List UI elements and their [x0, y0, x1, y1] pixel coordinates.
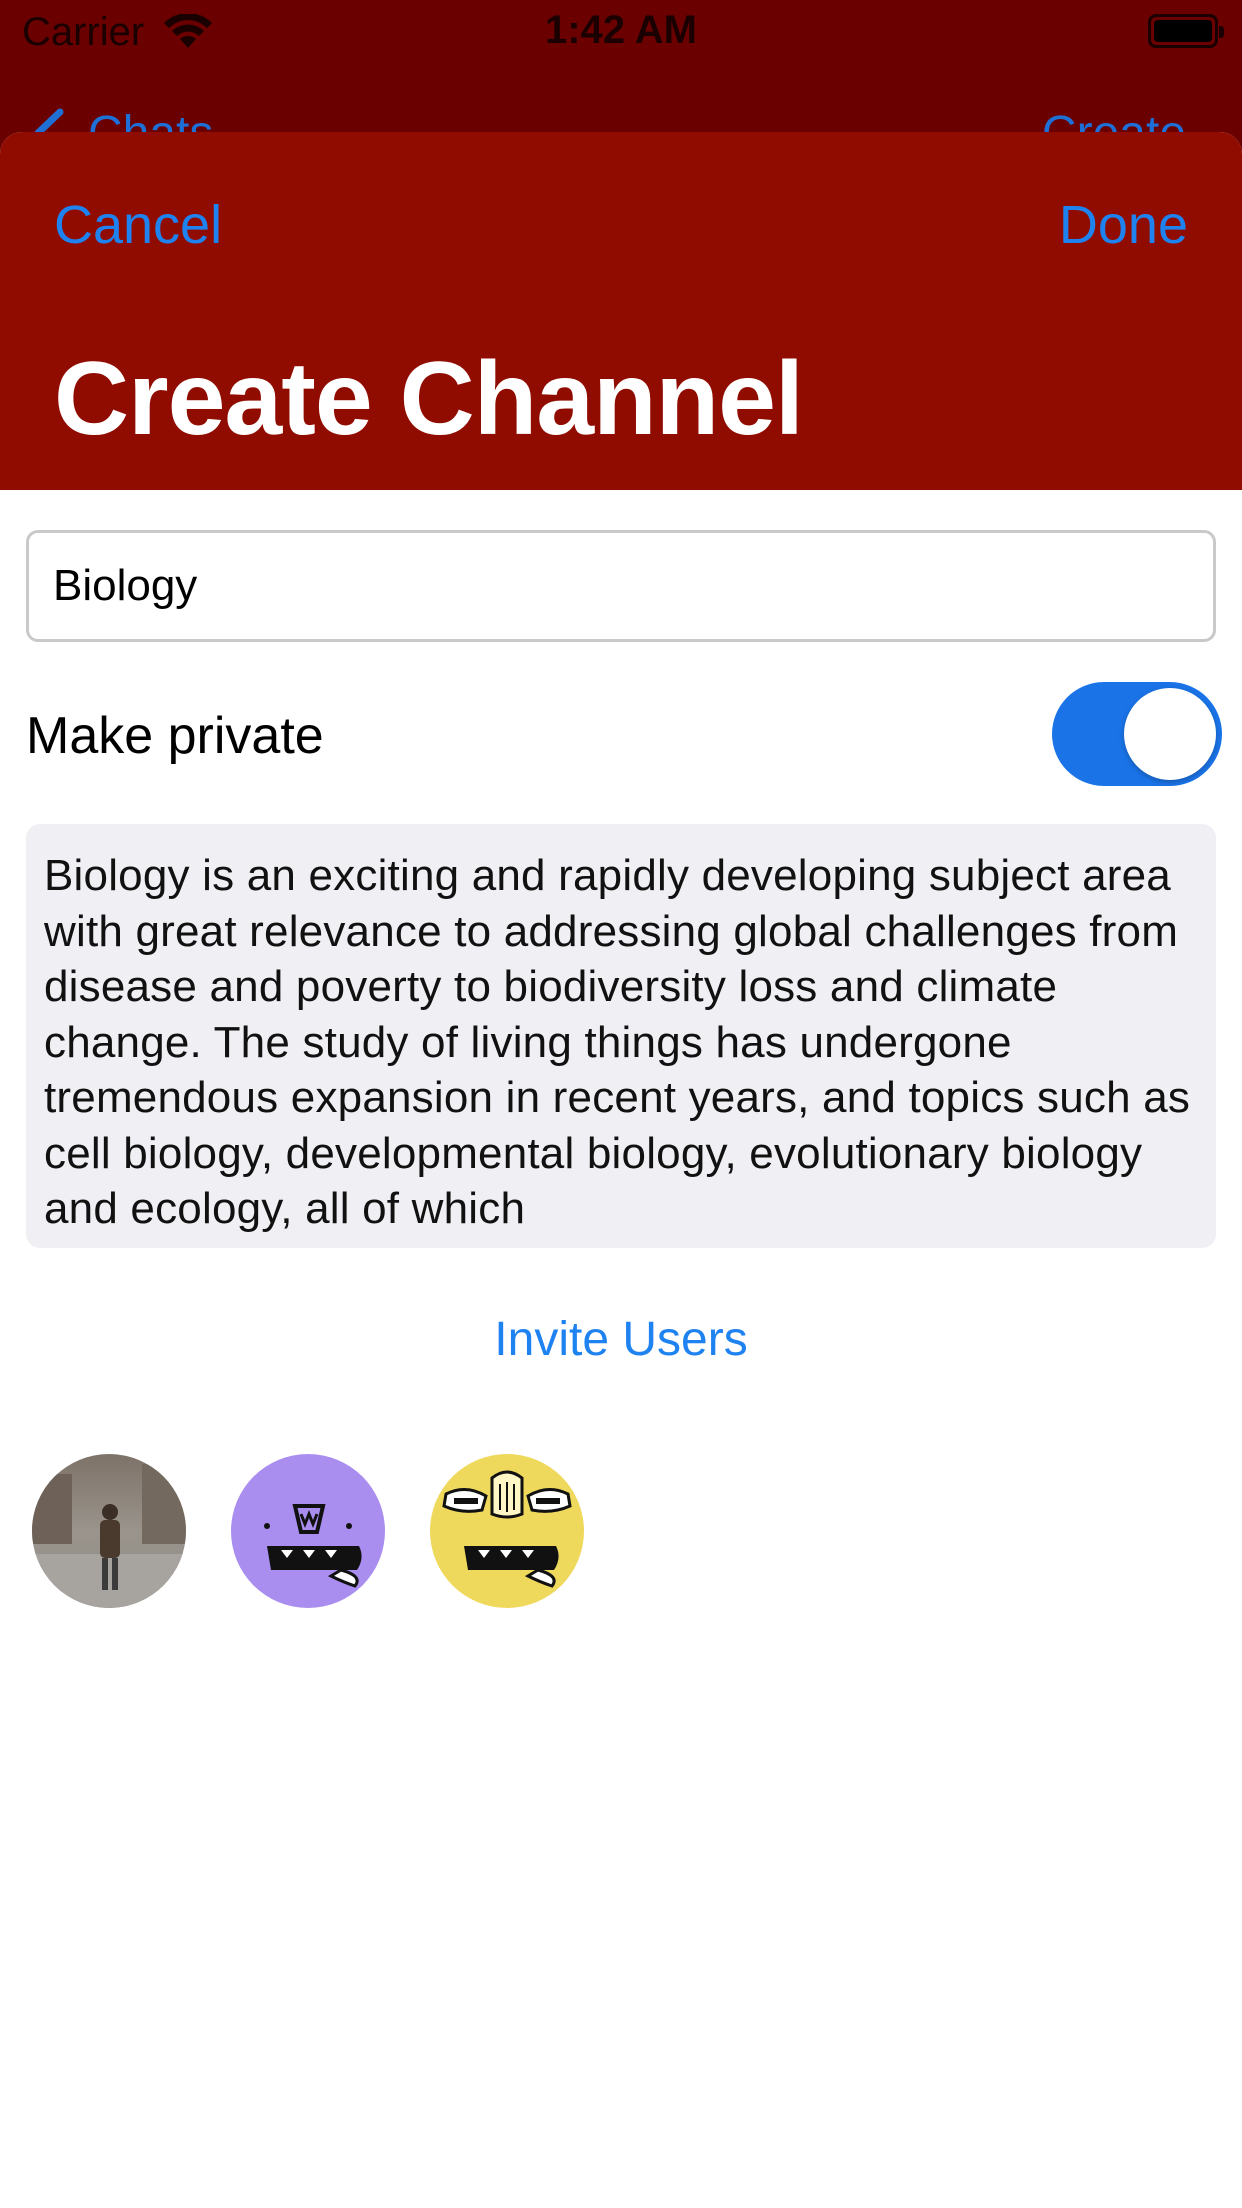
status-time: 1:42 AM — [545, 8, 697, 52]
purple-monster-icon[interactable] — [231, 1454, 385, 1608]
page-title: Create Channel — [54, 341, 804, 457]
channel-description-field[interactable]: Biology is an exciting and rapidly devel… — [26, 824, 1216, 1248]
make-private-toggle[interactable] — [1052, 682, 1222, 786]
status-bar: Carrier 1:42 AM — [0, 0, 1242, 66]
make-private-label: Make private — [26, 707, 324, 765]
photo-person-icon[interactable] — [32, 1454, 186, 1608]
done-button[interactable]: Done — [1059, 194, 1188, 256]
channel-name-field[interactable] — [26, 530, 1216, 642]
create-channel-sheet: Cancel Done Create Channel Make private … — [0, 132, 1242, 2208]
channel-description-text[interactable]: Biology is an exciting and rapidly devel… — [44, 848, 1198, 1237]
cancel-button[interactable]: Cancel — [54, 194, 222, 256]
toggle-knob — [1124, 688, 1216, 780]
invite-users-button[interactable]: Invite Users — [0, 1312, 1242, 1367]
channel-name-input[interactable] — [53, 533, 1183, 639]
yellow-monster-icon[interactable] — [430, 1454, 584, 1608]
battery-icon — [1148, 14, 1224, 48]
sheet-header: Cancel Done Create Channel — [0, 132, 1242, 490]
